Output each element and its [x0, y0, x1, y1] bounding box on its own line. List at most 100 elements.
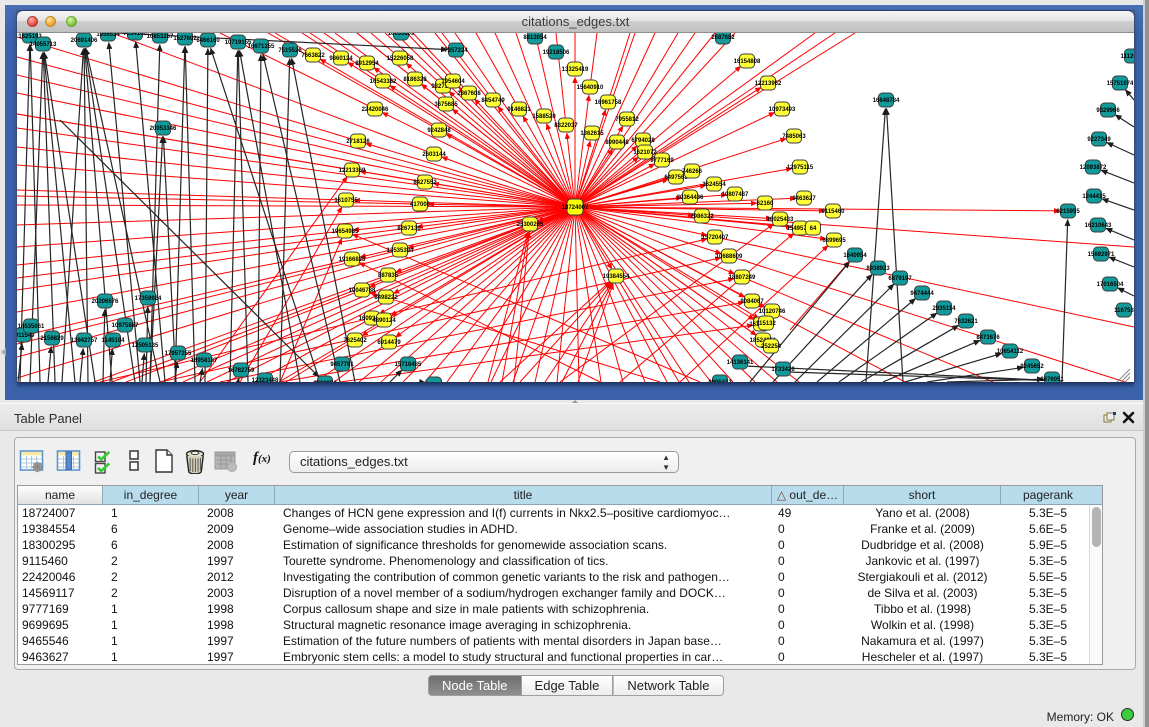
svg-text:15226058: 15226058 — [387, 56, 414, 62]
svg-text:3624554: 3624554 — [702, 182, 726, 188]
svg-text:1621072: 1621072 — [633, 150, 657, 156]
svg-text:17359924: 17359924 — [135, 296, 162, 302]
svg-text:417006: 417006 — [410, 202, 431, 208]
svg-text:8938923: 8938923 — [866, 266, 890, 272]
svg-text:252254: 252254 — [761, 344, 782, 350]
svg-text:8471676: 8471676 — [976, 335, 1000, 341]
svg-text:1112093: 1112093 — [1121, 54, 1134, 60]
svg-text:7357224: 7357224 — [444, 48, 468, 54]
svg-text:6879197: 6879197 — [888, 276, 912, 282]
svg-text:2156829: 2156829 — [40, 336, 64, 342]
svg-text:2867608: 2867608 — [457, 91, 481, 97]
svg-text:1588520: 1588520 — [532, 114, 556, 120]
svg-text:10688609: 10688609 — [716, 254, 743, 260]
svg-text:12213962: 12213962 — [755, 81, 782, 87]
svg-text:1244415: 1244415 — [1082, 194, 1106, 200]
svg-text:9242848: 9242848 — [427, 128, 451, 134]
svg-text:13535394: 13535394 — [387, 248, 414, 254]
svg-text:8427552: 8427552 — [413, 180, 437, 186]
svg-text:64: 64 — [810, 226, 817, 232]
svg-text:115132: 115132 — [756, 321, 776, 327]
svg-text:1362615: 1362615 — [580, 131, 604, 137]
svg-text:3911549: 3911549 — [17, 333, 35, 339]
svg-text:16671355: 16671355 — [248, 44, 275, 50]
svg-text:6466160: 6466160 — [196, 38, 220, 44]
svg-text:18807249: 18807249 — [729, 275, 756, 281]
svg-text:16543382: 16543382 — [370, 79, 397, 85]
svg-text:10973493: 10973493 — [769, 107, 796, 113]
svg-text:16782759: 16782759 — [228, 368, 255, 374]
svg-text:17016504: 17016504 — [1097, 282, 1124, 288]
svg-text:62160: 62160 — [757, 201, 774, 207]
svg-text:9245652: 9245652 — [1020, 364, 1044, 370]
svg-text:20364436: 20364436 — [677, 195, 704, 201]
svg-text:7663822: 7663822 — [301, 53, 325, 59]
svg-text:17957255: 17957255 — [165, 351, 192, 357]
svg-text:9463627: 9463627 — [792, 196, 816, 202]
svg-text:13325419: 13325419 — [562, 67, 589, 73]
svg-text:3675685: 3675685 — [434, 102, 458, 108]
svg-text:15716485: 15716485 — [395, 362, 422, 368]
svg-text:15720407: 15720407 — [702, 235, 729, 241]
svg-text:19384554: 19384554 — [603, 274, 630, 280]
svg-text:7485063: 7485063 — [782, 134, 806, 140]
svg-text:10853267: 10853267 — [147, 34, 174, 40]
svg-text:8498222: 8498222 — [374, 295, 398, 301]
svg-text:14535061: 14535061 — [18, 324, 45, 330]
svg-text:12093872: 12093872 — [1080, 165, 1107, 171]
svg-text:1610755: 1610755 — [334, 198, 358, 204]
svg-text:2603144: 2603144 — [422, 152, 446, 158]
svg-text:20691406: 20691406 — [71, 38, 98, 44]
svg-text:1954604: 1954604 — [441, 79, 465, 85]
svg-text:8186328: 8186328 — [403, 77, 427, 83]
svg-text:9084067: 9084067 — [740, 299, 764, 305]
svg-text:15692971: 15692971 — [1088, 252, 1115, 258]
svg-text:8454749: 8454749 — [481, 98, 505, 104]
svg-text:12505135: 12505135 — [132, 343, 159, 349]
svg-text:15640910: 15640910 — [577, 85, 604, 91]
svg-text:9115460: 9115460 — [821, 209, 845, 215]
svg-text:9474444: 9474444 — [910, 291, 934, 297]
svg-text:746266: 746266 — [682, 169, 703, 175]
svg-text:8813054: 8813054 — [523, 35, 547, 41]
svg-text:1956534: 1956534 — [96, 33, 120, 38]
svg-text:22420046: 22420046 — [362, 107, 389, 113]
svg-text:23300265: 23300265 — [517, 222, 544, 228]
svg-text:9777169: 9777169 — [650, 158, 674, 164]
svg-text:9860124: 9860124 — [329, 56, 353, 62]
svg-text:10807487: 10807487 — [722, 192, 749, 198]
svg-text:16154808: 16154808 — [734, 59, 761, 65]
svg-text:116753: 116753 — [1114, 308, 1134, 314]
svg-text:1527602: 1527602 — [173, 36, 197, 42]
svg-text:2687682: 2687682 — [711, 35, 735, 41]
svg-text:12213369: 12213369 — [339, 168, 366, 174]
svg-text:9457791: 9457791 — [330, 362, 354, 368]
svg-text:9329966: 9329966 — [1096, 108, 1120, 114]
svg-text:10654112: 10654112 — [997, 349, 1024, 355]
svg-text:887835: 887835 — [378, 273, 399, 279]
svg-text:8267130: 8267130 — [397, 226, 421, 232]
svg-text:6914479: 6914479 — [377, 340, 401, 346]
svg-text:7632621: 7632621 — [954, 319, 978, 325]
svg-text:16961758: 16961758 — [595, 100, 622, 106]
svg-text:16033809: 16033809 — [388, 33, 415, 37]
svg-text:2718126: 2718126 — [346, 139, 370, 145]
svg-text:8322037: 8322037 — [554, 123, 578, 129]
svg-text:1733426: 1733426 — [771, 367, 795, 373]
svg-text:10025433: 10025433 — [767, 217, 794, 223]
svg-text:8215955: 8215955 — [1056, 209, 1080, 215]
svg-text:9146821: 9146821 — [507, 107, 531, 113]
svg-text:1145194: 1145194 — [101, 338, 125, 344]
svg-text:16210643: 16210643 — [1085, 223, 1112, 229]
svg-text:19218506: 19218506 — [543, 50, 570, 56]
svg-text:2935114: 2935114 — [932, 306, 956, 312]
svg-text:7515526: 7515526 — [278, 48, 302, 54]
svg-text:20053346: 20053346 — [150, 126, 177, 132]
svg-text:8912954: 8912954 — [355, 61, 379, 67]
svg-text:15751074: 15751074 — [1107, 81, 1134, 87]
svg-text:20206576: 20206576 — [92, 299, 119, 305]
svg-text:9227349: 9227349 — [1087, 137, 1111, 143]
svg-text:6899695: 6899695 — [822, 238, 846, 244]
svg-text:10958187: 10958187 — [191, 358, 218, 364]
svg-text:14136141: 14136141 — [727, 360, 754, 366]
